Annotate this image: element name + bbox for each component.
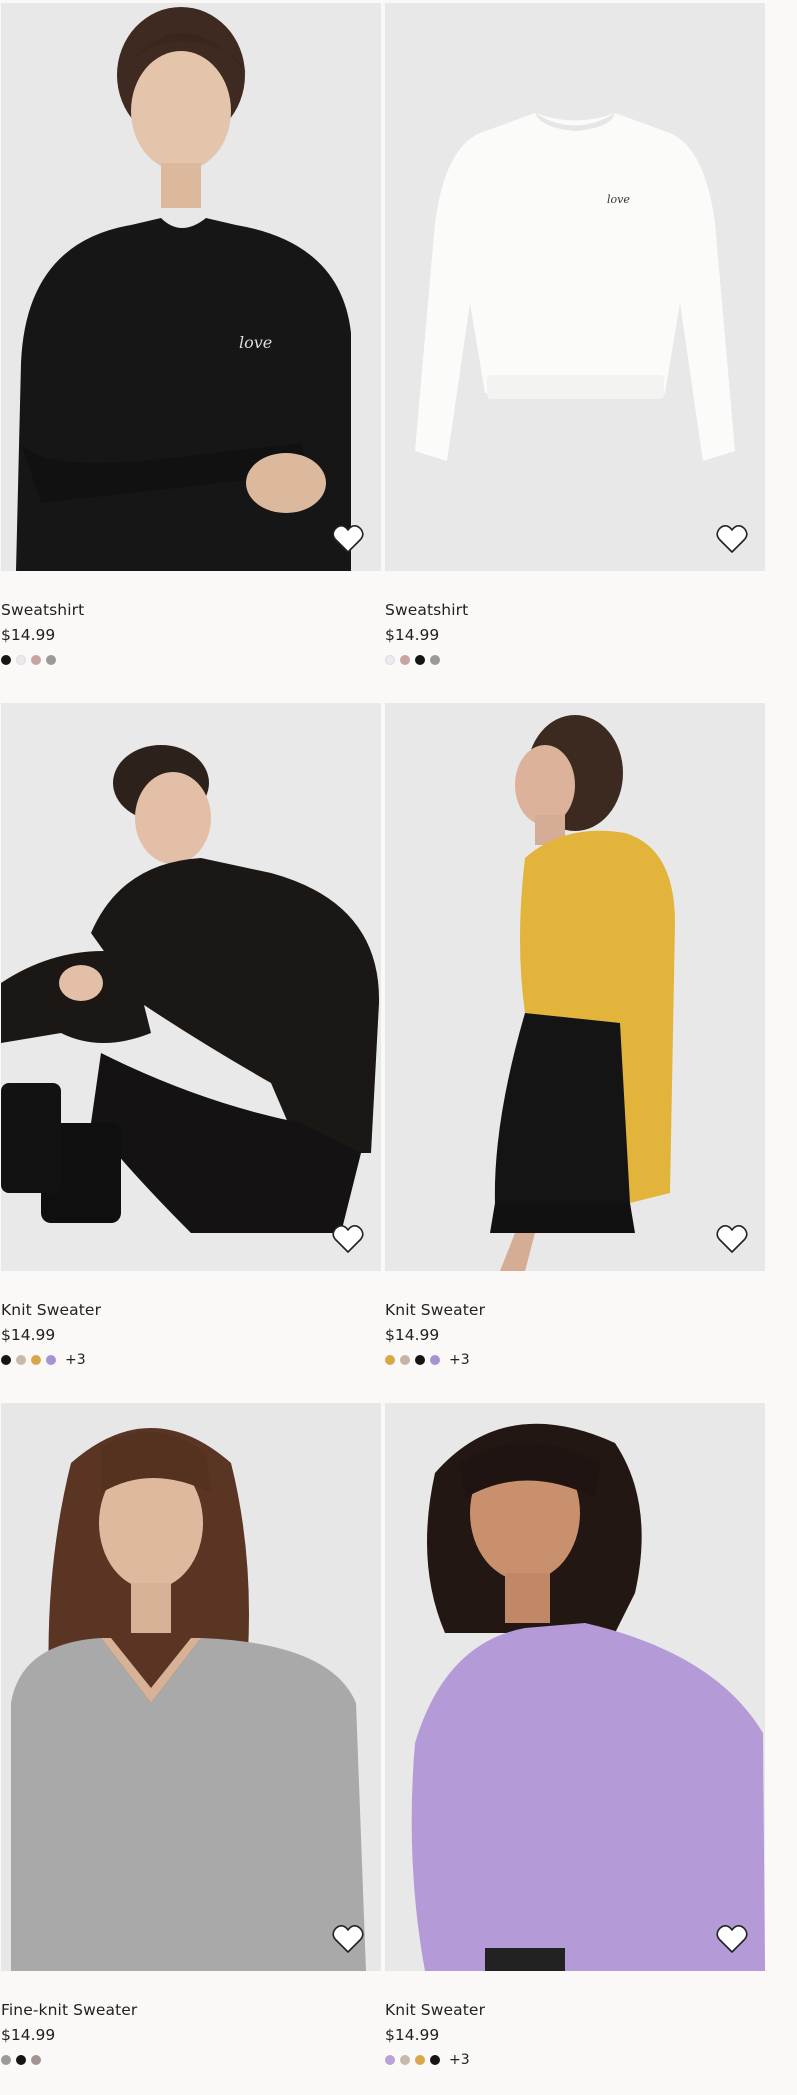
color-swatch[interactable] [16,1355,26,1365]
svg-text:love: love [239,333,272,352]
favorite-heart-icon[interactable] [331,1923,365,1955]
color-swatches: +3 [385,2050,765,2070]
product-image[interactable] [385,703,765,1271]
product-image[interactable]: love [1,3,381,571]
color-swatch[interactable] [46,1355,56,1365]
product-image[interactable] [1,703,381,1271]
product-price: $14.99 [1,1326,56,1344]
color-swatch[interactable] [31,1355,41,1365]
favorite-heart-icon[interactable] [715,1923,749,1955]
product-price: $14.99 [1,2026,56,2044]
color-swatch[interactable] [16,655,26,665]
color-swatches [385,650,765,670]
product-card[interactable]: Knit Sweater $14.99 +3 [385,1403,765,2070]
product-name[interactable]: Knit Sweater [1,1300,381,1320]
color-swatch[interactable] [430,1355,440,1365]
product-name[interactable]: Fine-knit Sweater [1,2000,381,2020]
product-name[interactable]: Knit Sweater [385,2000,765,2020]
favorite-heart-icon[interactable] [715,1223,749,1255]
color-swatch[interactable] [16,2055,26,2065]
product-info: Sweatshirt $14.99 [1,571,381,670]
product-info: Fine-knit Sweater $14.99 [1,1971,381,2070]
color-swatch[interactable] [400,2055,410,2065]
color-swatch[interactable] [385,2055,395,2065]
product-card[interactable]: Fine-knit Sweater $14.99 [1,1403,381,2070]
model-photo-gray-fine-knit-sweater [1,1403,381,1971]
color-swatches: +3 [385,1350,765,1370]
color-swatch[interactable] [1,2055,11,2065]
product-info: Knit Sweater $14.99 +3 [385,1971,765,2070]
favorite-heart-icon[interactable] [715,523,749,555]
color-swatches [1,2050,381,2070]
color-swatch[interactable] [1,655,11,665]
product-image[interactable] [385,1403,765,1971]
product-card[interactable]: Knit Sweater $14.99 +3 [1,703,381,1370]
model-photo-purple-knit-sweater [385,1403,765,1971]
product-card[interactable]: Knit Sweater $14.99 +3 [385,703,765,1370]
color-swatches: +3 [1,1350,381,1370]
product-price: $14.99 [1,626,56,644]
product-name[interactable]: Sweatshirt [385,600,765,620]
color-swatch[interactable] [31,2055,41,2065]
model-photo-yellow-knit-sweater [385,703,765,1271]
color-swatch[interactable] [415,1355,425,1365]
color-swatch[interactable] [400,655,410,665]
product-image[interactable]: love [385,3,765,571]
color-swatch[interactable] [31,655,41,665]
color-swatch[interactable] [1,1355,11,1365]
product-info: Knit Sweater $14.99 +3 [385,1271,765,1370]
product-price: $14.99 [385,1326,440,1344]
product-name[interactable]: Sweatshirt [1,600,381,620]
product-price: $14.99 [385,626,440,644]
svg-text:love: love [607,193,630,206]
color-swatch[interactable] [46,655,56,665]
color-swatch[interactable] [400,1355,410,1365]
color-swatch[interactable] [430,655,440,665]
model-photo-black-knit-sweater [1,703,381,1271]
product-name[interactable]: Knit Sweater [385,1300,765,1320]
more-colors-count: +3 [65,1352,86,1368]
product-price: $14.99 [385,2026,440,2044]
product-image[interactable] [1,1403,381,1971]
more-colors-count: +3 [449,2052,470,2068]
favorite-heart-icon[interactable] [331,1223,365,1255]
model-photo-black-sweatshirt: love [1,3,381,571]
color-swatch[interactable] [385,1355,395,1365]
color-swatch[interactable] [415,655,425,665]
product-card[interactable]: love Sweatshirt $14.99 [385,3,765,670]
more-colors-count: +3 [449,1352,470,1368]
product-info: Knit Sweater $14.99 +3 [1,1271,381,1370]
product-photo-white-sweatshirt: love [385,3,765,571]
color-swatch[interactable] [430,2055,440,2065]
product-info: Sweatshirt $14.99 [385,571,765,670]
color-swatch[interactable] [385,655,395,665]
product-card[interactable]: love Sweatshirt $14.99 [1,3,381,670]
favorite-heart-icon[interactable] [331,523,365,555]
color-swatch[interactable] [415,2055,425,2065]
color-swatches [1,650,381,670]
